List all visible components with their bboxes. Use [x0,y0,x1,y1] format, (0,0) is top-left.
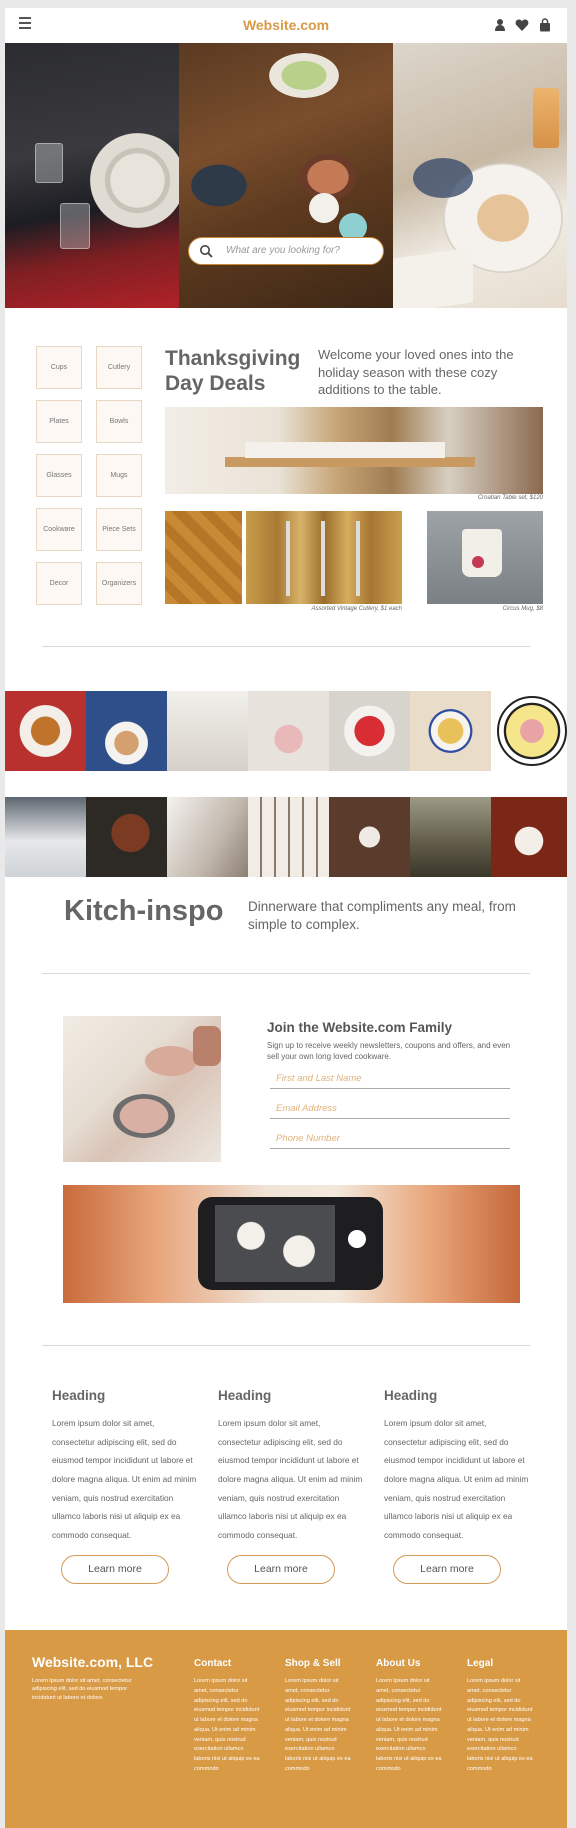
join-image-cookware [63,1016,221,1162]
heart-icon[interactable] [515,18,529,32]
caption-mug: Circus Mug, $8 [502,606,543,612]
footer-about-heading[interactable]: About Us [376,1658,420,1669]
inspo-tile-pig-plate[interactable] [497,696,567,766]
inspo-tile-pouring[interactable] [167,797,248,877]
inspo-tile-shelves[interactable] [248,797,329,877]
inspo-tile-cup[interactable] [329,797,410,877]
category-plates[interactable]: Plates [36,400,82,443]
inspo-tile-tomatoes[interactable] [329,691,410,771]
category-cookware[interactable]: Cookware [36,508,82,551]
name-field[interactable]: First and Last Name [270,1067,510,1089]
phone-photo-image [63,1185,520,1303]
learn-more-button-1[interactable]: Learn more [61,1555,169,1584]
column-3-heading: Heading [384,1388,438,1403]
inspo-subtitle: Dinnerware that compliments any meal, fr… [248,899,516,933]
inspo-tile-table[interactable] [410,797,491,877]
join-title: Join the Website.com Family [267,1020,453,1035]
category-organizers[interactable]: Organizers [96,562,142,605]
learn-more-button-2[interactable]: Learn more [227,1555,335,1584]
column-3-text: Lorem ipsum dolor sit amet, consectetur … [384,1418,529,1540]
footer-about-text: Lorem ipsum dolor sit amet, consectetur … [376,1678,442,1773]
inspo-tile-soup[interactable] [410,691,491,771]
inspo-tile-roast[interactable] [86,797,167,877]
site-footer: Website.com, LLC Lorem ipsum dolor sit a… [5,1630,567,1828]
footer-legal-heading[interactable]: Legal [467,1658,493,1669]
inspo-tile-curry[interactable] [5,691,86,771]
search-input[interactable]: What are you looking for? [226,245,340,256]
deal-image-cutlery[interactable] [246,511,402,604]
column-2-text: Lorem ipsum dolor sit amet, consectetur … [218,1418,363,1540]
divider [42,973,530,974]
category-bowls[interactable]: Bowls [96,400,142,443]
site-logo[interactable]: Website.com [5,17,567,33]
footer-description: Lorem ipsum dolor sit amet, consectetur … [32,1678,132,1701]
inspo-tile-drinks[interactable] [86,691,167,771]
deals-subtitle: Welcome your loved ones into the holiday… [318,347,514,398]
site-header: Website.com [5,8,567,43]
divider [42,1345,530,1346]
user-icon[interactable] [493,18,507,32]
footer-legal-text: Lorem ipsum dolor sit amet, consectetur … [467,1678,533,1773]
inspo-tile-kitchen[interactable] [5,797,86,877]
category-cups[interactable]: Cups [36,346,82,389]
footer-shop-sell-heading[interactable]: Shop & Sell [285,1658,341,1669]
column-2-heading: Heading [218,1388,272,1403]
caption-cutlery: Assorted Vintage Cutlery, $1 each [311,606,403,612]
caption-table-set: Croatian Table set, $120 [477,495,543,501]
hero-image-pancakes [393,43,567,308]
category-mugs[interactable]: Mugs [96,454,142,497]
column-1-heading: Heading [52,1388,106,1403]
footer-brand: Website.com, LLC [32,1654,154,1670]
category-decor[interactable]: Decor [36,562,82,605]
inspo-tile-mug[interactable] [491,797,567,877]
page: Website.com What are you looking for? Cu… [5,8,567,1828]
inspo-title: Kitch-inspo [64,895,224,927]
email-field[interactable]: Email Address [270,1097,510,1119]
join-description: Sign up to receive weekly newsletters, c… [267,1041,511,1062]
deal-image-table-set[interactable] [165,407,543,494]
search-bar[interactable]: What are you looking for? [188,237,384,265]
inspo-tile-glassware[interactable] [167,691,248,771]
category-cutlery[interactable]: Cutlery [96,346,142,389]
deal-image-mug[interactable] [427,511,543,604]
category-glasses[interactable]: Glasses [36,454,82,497]
shopping-bag-icon[interactable] [538,18,552,32]
column-1-text: Lorem ipsum dolor sit amet, consectetur … [52,1418,197,1540]
footer-contact-text: Lorem ipsum dolor sit amet, consectetur … [194,1678,260,1773]
hero-image-dining-table [179,43,393,308]
footer-contact-heading[interactable]: Contact [194,1658,231,1669]
phone-field[interactable]: Phone Number [270,1127,510,1149]
learn-more-button-3[interactable]: Learn more [393,1555,501,1584]
deal-image-wood[interactable] [165,511,242,604]
search-icon [200,245,213,258]
divider [42,646,530,647]
hero-image-glassware [5,43,179,308]
category-piece-sets[interactable]: Piece Sets [96,508,142,551]
deals-title: Thanksgiving Day Deals [165,347,301,396]
inspo-tile-pink-bowls[interactable] [248,691,329,771]
footer-shop-sell-text: Lorem ipsum dolor sit amet, consectetur … [285,1678,351,1773]
